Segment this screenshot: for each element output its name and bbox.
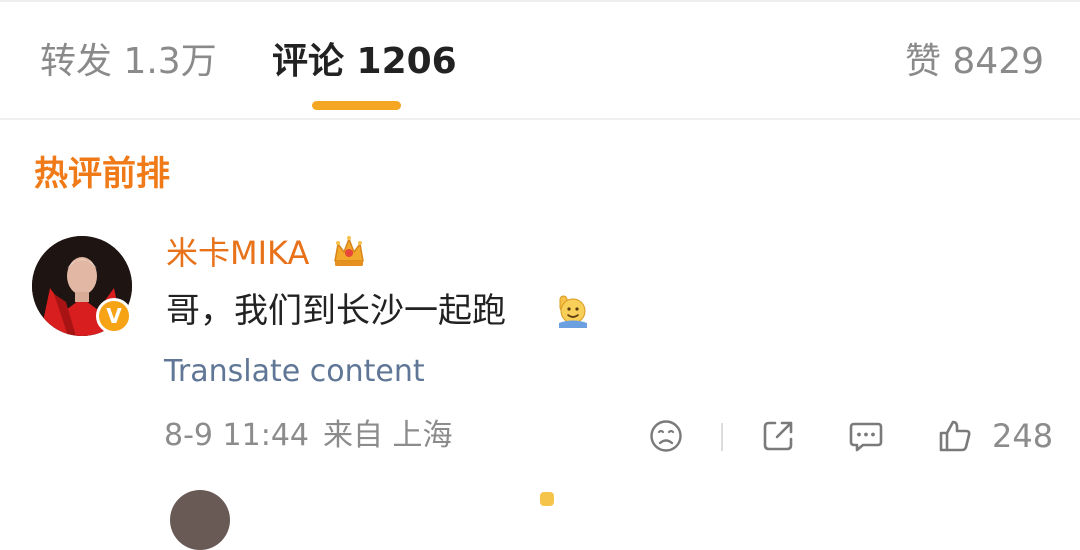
share-icon[interactable] (760, 418, 796, 454)
next-comment-avatar (170, 490, 230, 550)
tab-bar: 转发 1.3万 评论 1206 赞 8429 (0, 0, 1080, 120)
crown-icon (334, 236, 364, 266)
verified-badge: V (96, 298, 132, 334)
tab-comments[interactable]: 评论 1206 (272, 38, 457, 86)
active-tab-indicator (312, 101, 401, 110)
translate-link[interactable]: Translate content (164, 352, 425, 392)
next-comment-badge (540, 492, 554, 506)
tab-likes[interactable]: 赞 8429 (905, 38, 1044, 86)
comment-icon[interactable] (848, 418, 884, 454)
thumbs-up-icon[interactable] (937, 418, 973, 454)
sad-face-icon[interactable] (648, 418, 684, 454)
comment-meta: 8-9 11:44 来自 上海 (164, 416, 453, 456)
comment-text: 哥，我们到长沙一起跑 (166, 291, 506, 331)
section-title: 热评前排 (34, 154, 170, 194)
comment-username[interactable]: 米卡MIKA (166, 232, 309, 274)
waving-emoji-icon (559, 295, 587, 328)
comment-source: 来自 上海 (323, 418, 453, 453)
comment-date: 8-9 11:44 (164, 418, 309, 453)
action-divider (721, 423, 723, 451)
like-count: 248 (992, 417, 1054, 455)
tab-reposts[interactable]: 转发 1.3万 (40, 38, 217, 86)
